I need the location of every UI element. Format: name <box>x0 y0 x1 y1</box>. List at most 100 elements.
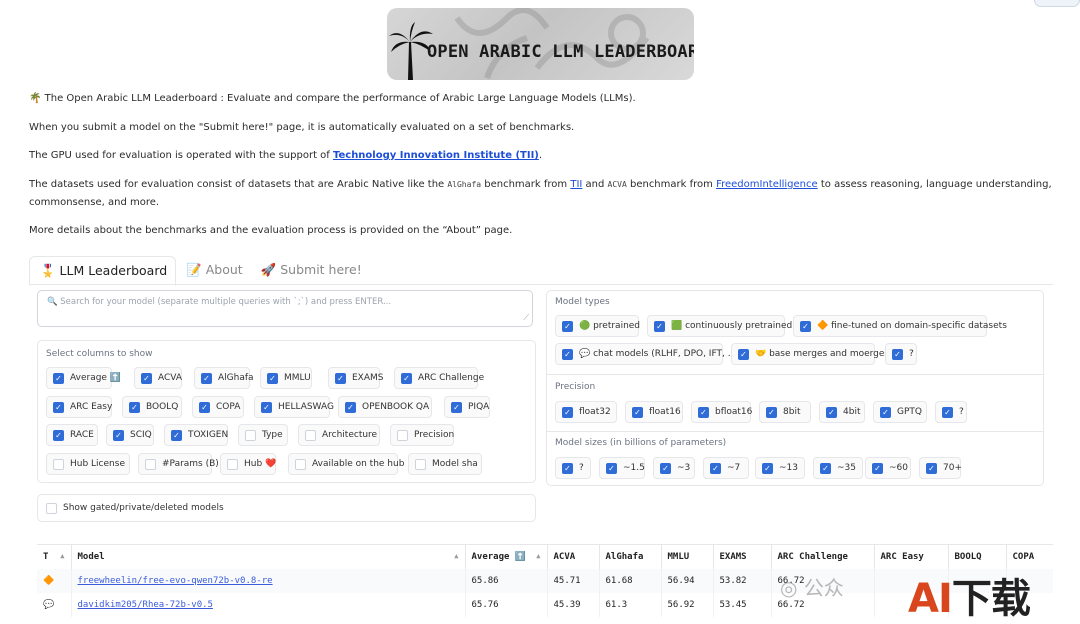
checked-checkbox-icon[interactable]: ✓ <box>562 348 573 360</box>
checked-checkbox-icon[interactable]: ✓ <box>451 401 462 413</box>
checked-checkbox-icon[interactable]: ✓ <box>53 372 64 384</box>
checked-checkbox-icon[interactable]: ✓ <box>698 406 709 418</box>
model-type-checkbox-0[interactable]: ✓ 🟢 pretrained <box>555 315 640 337</box>
precision-checkbox-unknown[interactable]: ✓? <box>935 401 967 423</box>
tab-about[interactable]: 📝 About <box>176 256 251 284</box>
precision-checkbox-bfloat16[interactable]: ✓ bfloat16 <box>691 401 752 423</box>
column-checkbox-hub-license[interactable]: Hub License <box>46 453 130 475</box>
column-checkbox-boolq[interactable]: ✓ BOOLQ <box>122 396 182 418</box>
precision-checkbox-4bit[interactable]: ✓ 4bit <box>819 401 865 423</box>
column-checkbox-alghafa[interactable]: ✓ AlGhafa <box>194 367 254 389</box>
unchecked-checkbox-icon[interactable] <box>227 458 238 470</box>
precision-checkbox-8bit[interactable]: ✓ 8bit <box>759 401 811 423</box>
model-type-checkbox-1[interactable]: ✓ 🟩 continuously pretrained <box>647 315 792 337</box>
column-checkbox-type[interactable]: Type <box>238 424 288 446</box>
model-size-checkbox-1[interactable]: ✓ ~1.5 <box>599 457 645 479</box>
column-header-acva[interactable]: ACVA <box>547 545 600 569</box>
show-gated-checkbox[interactable]: Show gated/private/deleted models <box>40 497 232 519</box>
checked-checkbox-icon[interactable]: ✓ <box>113 429 124 441</box>
column-checkbox-mmlu[interactable]: ✓ MMLU <box>260 367 312 389</box>
checked-checkbox-icon[interactable]: ✓ <box>606 462 617 474</box>
model-link[interactable]: freewheelin/free-evo-qwen72b-v0.8-re <box>78 576 273 586</box>
checked-checkbox-icon[interactable]: ✓ <box>401 372 412 384</box>
unchecked-checkbox-icon[interactable] <box>145 458 156 470</box>
gated-checkbox-box[interactable] <box>46 502 57 514</box>
checked-checkbox-icon[interactable]: ✓ <box>562 406 573 418</box>
model-search-input[interactable]: 🔍 Search for your model (separate multip… <box>37 290 533 327</box>
precision-checkbox-gptq[interactable]: ✓ GPTQ <box>873 401 927 423</box>
sort-icon[interactable]: ▲ <box>454 552 458 560</box>
column-checkbox-acva[interactable]: ✓ ACVA <box>134 367 182 389</box>
checked-checkbox-icon[interactable]: ✓ <box>53 401 64 413</box>
column-checkbox-average[interactable]: ✓ Average ⬆️ <box>46 367 121 389</box>
sort-icon[interactable]: ▲ <box>60 552 64 560</box>
column-checkbox-copa[interactable]: ✓ COPA <box>192 396 244 418</box>
column-checkbox-sciq[interactable]: ✓ SCIQ <box>106 424 154 446</box>
checked-checkbox-icon[interactable]: ✓ <box>201 372 212 384</box>
checked-checkbox-icon[interactable]: ✓ <box>345 401 356 413</box>
column-header-boolq[interactable]: BOOLQ <box>948 545 1007 569</box>
unchecked-checkbox-icon[interactable] <box>295 458 306 470</box>
checked-checkbox-icon[interactable]: ✓ <box>738 348 749 360</box>
checked-checkbox-icon[interactable]: ✓ <box>199 401 210 413</box>
unchecked-checkbox-icon[interactable] <box>415 458 426 470</box>
column-checkbox-params-b[interactable]: #Params (B) <box>138 453 219 475</box>
checked-checkbox-icon[interactable]: ✓ <box>710 462 721 474</box>
column-checkbox-toxigen[interactable]: ✓ TOXIGEN <box>164 424 228 446</box>
model-size-checkbox-7[interactable]: ✓ 70+ <box>919 457 962 479</box>
column-header-alghafa[interactable]: AlGhafa <box>599 545 662 569</box>
resize-handle-icon[interactable]: ⟋ <box>523 313 529 323</box>
precision-checkbox-float16[interactable]: ✓ float16 <box>625 401 683 423</box>
model-link[interactable]: davidkim205/Rhea-72b-v0.5 <box>78 600 213 610</box>
column-checkbox-model-sha[interactable]: Model sha <box>408 453 482 475</box>
checked-checkbox-icon[interactable]: ✓ <box>141 372 152 384</box>
tab-submit[interactable]: 🚀 Submit here! <box>251 256 370 284</box>
column-header-mmlu[interactable]: MMLU <box>661 545 714 569</box>
column-checkbox-arc-challenge[interactable]: ✓ ARC Challenge <box>394 367 484 389</box>
checked-checkbox-icon[interactable]: ✓ <box>762 462 773 474</box>
column-header-copa[interactable]: COPA <box>1006 545 1053 569</box>
column-header-exams[interactable]: EXAMS <box>713 545 772 569</box>
checked-checkbox-icon[interactable]: ✓ <box>926 462 937 474</box>
unchecked-checkbox-icon[interactable] <box>305 429 316 441</box>
column-checkbox-race[interactable]: ✓ RACE <box>46 424 98 446</box>
column-header-t[interactable]: T ▲ <box>37 545 72 569</box>
column-checkbox-piqa[interactable]: ✓ PIQA <box>444 396 490 418</box>
model-type-checkbox-2[interactable]: ✓ 🔶 fine-tuned on domain-specific dataset… <box>793 315 1007 337</box>
model-size-checkbox-2[interactable]: ✓ ~3 <box>653 457 695 479</box>
checked-checkbox-icon[interactable]: ✓ <box>562 462 573 474</box>
column-checkbox-architecture[interactable]: Architecture <box>298 424 380 446</box>
checked-checkbox-icon[interactable]: ✓ <box>766 406 777 418</box>
column-header-average[interactable]: Average ⬆️ ▲ <box>465 545 548 569</box>
checked-checkbox-icon[interactable]: ✓ <box>892 348 903 360</box>
column-checkbox-precision[interactable]: Precision <box>390 424 454 446</box>
tab-llm-leaderboard[interactable]: 🎖️ LLM Leaderboard <box>29 256 177 286</box>
column-checkbox-hub[interactable]: Hub ❤️ <box>220 453 276 475</box>
checked-checkbox-icon[interactable]: ✓ <box>53 429 64 441</box>
column-checkbox-available-on-the-hub[interactable]: Available on the hub <box>288 453 404 475</box>
checked-checkbox-icon[interactable]: ✓ <box>654 320 665 332</box>
checked-checkbox-icon[interactable]: ✓ <box>820 462 831 474</box>
sort-icon[interactable]: ▲ <box>536 552 540 560</box>
tii-link[interactable]: Technology Innovation Institute (TII) <box>333 150 539 161</box>
unchecked-checkbox-icon[interactable] <box>245 429 256 441</box>
model-size-checkbox-0[interactable]: ✓? <box>555 457 591 479</box>
column-checkbox-openbook-qa[interactable]: ✓ OPENBOOK QA <box>338 396 432 418</box>
checked-checkbox-icon[interactable]: ✓ <box>335 372 346 384</box>
model-type-checkbox-5[interactable]: ✓? <box>885 343 917 365</box>
checked-checkbox-icon[interactable]: ✓ <box>872 462 883 474</box>
checked-checkbox-icon[interactable]: ✓ <box>261 401 272 413</box>
model-type-checkbox-3[interactable]: ✓ 💬 chat models (RLHF, DPO, IFT, ...) <box>555 343 740 365</box>
checked-checkbox-icon[interactable]: ✓ <box>562 320 573 332</box>
column-header-arc-easy[interactable]: ARC Easy <box>874 545 949 569</box>
freedomintelligence-link[interactable]: FreedomIntelligence <box>716 179 818 190</box>
checked-checkbox-icon[interactable]: ✓ <box>880 406 891 418</box>
unchecked-checkbox-icon[interactable] <box>53 458 64 470</box>
column-checkbox-hellaswag[interactable]: ✓ HELLASWAG <box>254 396 334 418</box>
model-size-checkbox-4[interactable]: ✓ ~13 <box>755 457 805 479</box>
tii-short-link[interactable]: TII <box>570 179 582 190</box>
checked-checkbox-icon[interactable]: ✓ <box>800 320 811 332</box>
checked-checkbox-icon[interactable]: ✓ <box>129 401 140 413</box>
model-type-checkbox-4[interactable]: ✓ 🤝 base merges and moerges <box>731 343 889 365</box>
checked-checkbox-icon[interactable]: ✓ <box>171 429 182 441</box>
